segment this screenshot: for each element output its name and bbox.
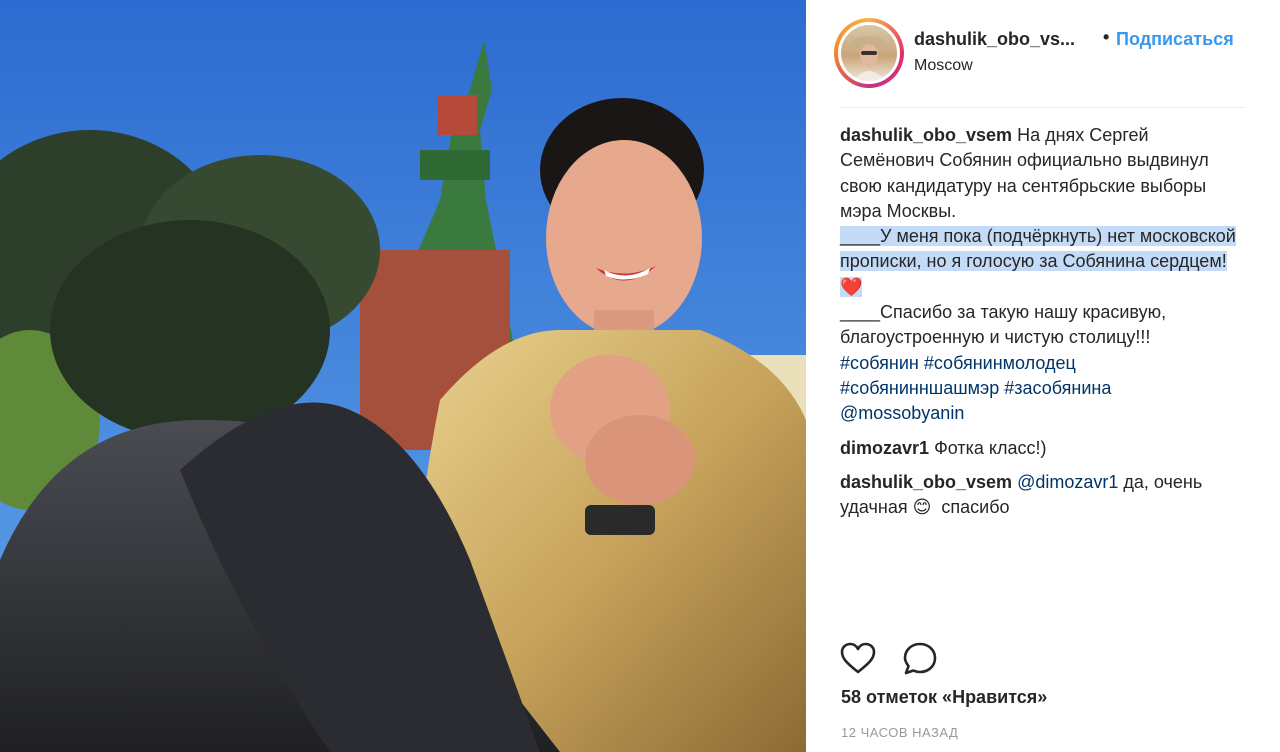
caption: dashulik_obo_vsem На днях Сергей Семёнов…	[840, 123, 1246, 427]
red-heart-icon: ❤️	[840, 276, 863, 297]
heart-outline-icon[interactable]	[840, 641, 876, 677]
caption-text-2-body: ____У меня пока (подчёркнуть) нет москов…	[840, 226, 1236, 272]
hashtag-link[interactable]: #собянин	[840, 353, 919, 373]
speech-bubble-icon[interactable]	[902, 641, 938, 677]
mention-link[interactable]: @mossobyanin	[840, 403, 964, 423]
caption-author[interactable]: dashulik_obo_vsem	[840, 125, 1012, 145]
caption-text-2: ____У меня пока (подчёркнуть) нет москов…	[840, 226, 1236, 297]
post-photo[interactable]	[0, 0, 806, 752]
story-ring[interactable]	[834, 18, 904, 88]
likes-count[interactable]: 58 отметок «Нравится»	[841, 687, 1047, 708]
separator-dot: •	[1103, 27, 1110, 47]
hashtag-link[interactable]: #засобянина	[1004, 378, 1111, 398]
hashtag-link[interactable]: #собянинншашмэр	[840, 378, 999, 398]
divider	[840, 107, 1246, 108]
post-header: dashulik_obo_vs... • Подписаться Moscow	[834, 18, 1250, 90]
comments-list: dashulik_obo_vsem На днях Сергей Семёнов…	[840, 123, 1246, 529]
smiling-face-icon: 😊	[912, 497, 932, 518]
post-details-panel: dashulik_obo_vs... • Подписаться Moscow …	[806, 0, 1280, 752]
comment-text: Фотка класс!)	[934, 437, 1047, 458]
comment-item: dashulik_obo_vsem @dimozavr1 да, очень у…	[840, 470, 1246, 521]
hashtag-link[interactable]: #собянинмолодец	[924, 353, 1076, 373]
follow-button[interactable]: Подписаться	[1116, 29, 1234, 50]
photo-illustration	[0, 0, 806, 752]
post-location[interactable]: Moscow	[914, 57, 973, 75]
comment-text-end: спасибо	[931, 497, 1010, 518]
caption-text-3: ____Спасибо за такую нашу красивую, благ…	[840, 302, 1167, 348]
avatar-image	[851, 36, 887, 81]
comment-author[interactable]: dashulik_obo_vsem	[840, 472, 1012, 492]
mention-link[interactable]: @dimozavr1	[1017, 472, 1118, 492]
post-author-username[interactable]: dashulik_obo_vs...	[914, 29, 1075, 50]
avatar[interactable]	[838, 22, 900, 84]
comment-item: dimozavr1 Фотка класс!)	[840, 436, 1246, 461]
post-timestamp[interactable]: 12 часов назад	[841, 725, 958, 740]
comment-author[interactable]: dimozavr1	[840, 438, 929, 458]
post-actions	[840, 641, 1246, 681]
